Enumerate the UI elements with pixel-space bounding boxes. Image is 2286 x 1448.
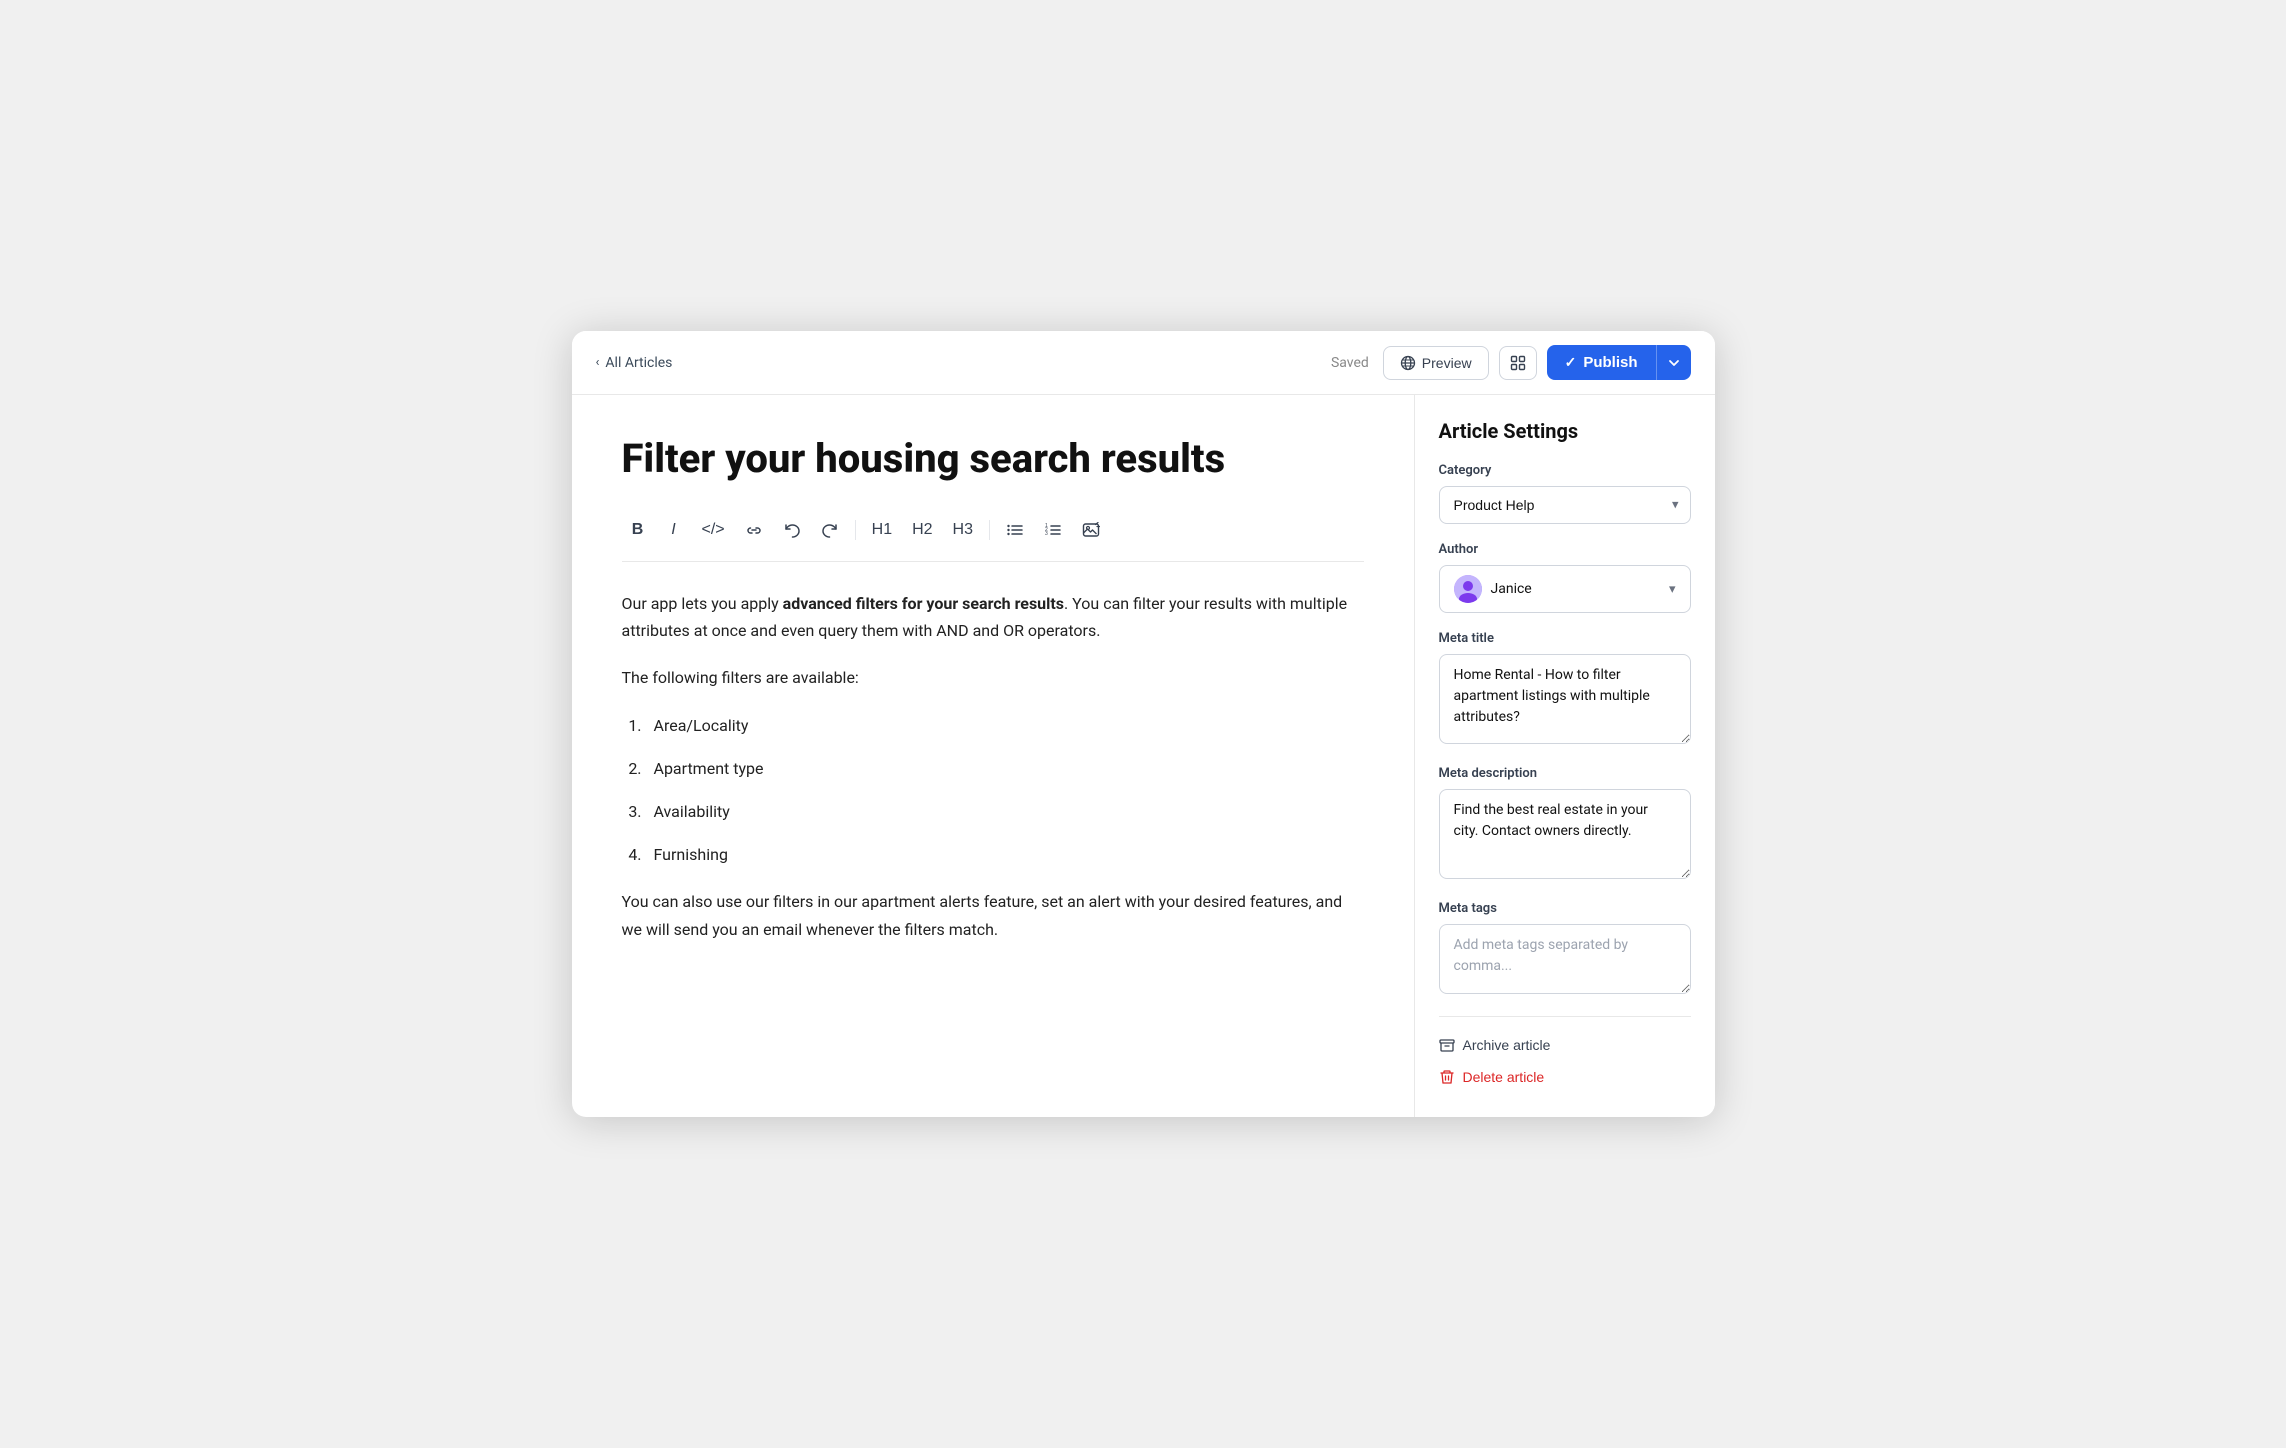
check-icon: ✓: [1565, 354, 1577, 371]
archive-icon: [1439, 1037, 1455, 1053]
category-select[interactable]: Product Help Getting Started FAQ Trouble…: [1439, 486, 1691, 524]
preview-button[interactable]: Preview: [1383, 346, 1489, 380]
expand-icon: [1510, 355, 1526, 371]
list-item: Furnishing: [646, 841, 1364, 868]
h1-button[interactable]: H1: [864, 515, 900, 545]
author-label: Author: [1439, 542, 1691, 557]
author-name: Janice: [1491, 581, 1532, 597]
meta-tags-label: Meta tags: [1439, 901, 1691, 916]
image-button[interactable]: [1074, 516, 1108, 544]
undo-icon: [783, 522, 801, 538]
back-link-label: All Articles: [605, 355, 672, 371]
meta-description-label: Meta description: [1439, 766, 1691, 781]
undo-button[interactable]: [775, 516, 809, 544]
meta-title-label: Meta title: [1439, 631, 1691, 646]
h3-button[interactable]: H3: [945, 515, 981, 545]
chevron-down-icon: [1668, 357, 1680, 369]
author-chevron-icon: ▾: [1669, 582, 1676, 597]
meta-title-section: Meta title: [1439, 631, 1691, 748]
toolbar-separator-2: [989, 520, 990, 540]
avatar: [1454, 575, 1482, 603]
back-link[interactable]: ‹ All Articles: [596, 355, 673, 371]
bold-button[interactable]: B: [622, 515, 654, 545]
main-content: Filter your housing search results B I <…: [572, 395, 1715, 1117]
list-item: Area/Locality: [646, 712, 1364, 739]
h2-button[interactable]: H2: [904, 515, 940, 545]
publish-button[interactable]: ✓ Publish: [1547, 345, 1656, 380]
top-bar: ‹ All Articles Saved Preview: [572, 331, 1715, 395]
sidebar-title: Article Settings: [1439, 419, 1691, 443]
editor-toolbar: B I </>: [622, 515, 1364, 562]
article-paragraph-2: The following filters are available:: [622, 664, 1364, 691]
meta-title-input[interactable]: [1439, 654, 1691, 744]
article-list: Area/Locality Apartment type Availabilit…: [622, 712, 1364, 869]
author-avatar-image: [1454, 575, 1482, 603]
ordered-list-button[interactable]: 1 2 3: [1036, 516, 1070, 544]
image-icon: [1082, 522, 1100, 538]
paragraph-1-start: Our app lets you apply: [622, 594, 783, 613]
author-left: Janice: [1454, 575, 1532, 603]
article-body: Our app lets you apply advanced filters …: [622, 590, 1364, 943]
code-button[interactable]: </>: [694, 515, 733, 545]
archive-button-label: Archive article: [1463, 1037, 1551, 1053]
redo-icon: [821, 522, 839, 538]
sidebar: Article Settings Category Product Help G…: [1415, 395, 1715, 1117]
editor-area: Filter your housing search results B I <…: [572, 395, 1415, 1117]
bullet-list-icon: [1006, 522, 1024, 538]
delete-button-label: Delete article: [1463, 1069, 1545, 1085]
meta-tags-section: Meta tags: [1439, 901, 1691, 998]
category-section: Category Product Help Getting Started FA…: [1439, 463, 1691, 524]
saved-label: Saved: [1331, 355, 1369, 371]
delete-button[interactable]: Delete article: [1439, 1061, 1691, 1093]
toolbar-separator: [855, 520, 856, 540]
author-section: Author Janice ▾: [1439, 542, 1691, 613]
paragraph-1-bold: advanced filters for your search results: [783, 594, 1064, 613]
article-paragraph-3: You can also use our filters in our apar…: [622, 888, 1364, 942]
meta-description-section: Meta description: [1439, 766, 1691, 883]
svg-text:3: 3: [1045, 531, 1048, 537]
category-label: Category: [1439, 463, 1691, 478]
globe-icon: [1400, 355, 1416, 371]
article-title[interactable]: Filter your housing search results: [622, 435, 1364, 483]
author-select[interactable]: Janice ▾: [1439, 565, 1691, 613]
publish-dropdown-button[interactable]: [1656, 345, 1691, 380]
link-icon: [745, 523, 763, 537]
bullet-list-button[interactable]: [998, 516, 1032, 544]
italic-button[interactable]: I: [658, 515, 690, 545]
archive-button[interactable]: Archive article: [1439, 1029, 1691, 1061]
preview-button-label: Preview: [1422, 355, 1472, 371]
publish-button-label: Publish: [1583, 354, 1637, 371]
publish-group: ✓ Publish: [1547, 345, 1691, 380]
redo-button[interactable]: [813, 516, 847, 544]
action-divider: [1439, 1016, 1691, 1017]
meta-tags-input[interactable]: [1439, 924, 1691, 994]
category-select-wrapper: Product Help Getting Started FAQ Trouble…: [1439, 486, 1691, 524]
top-bar-right: Saved Preview: [1331, 345, 1691, 380]
meta-description-input[interactable]: [1439, 789, 1691, 879]
trash-icon: [1439, 1069, 1455, 1085]
expand-button[interactable]: [1499, 346, 1537, 380]
chevron-left-icon: ‹: [596, 355, 600, 370]
list-item: Apartment type: [646, 755, 1364, 782]
ordered-list-icon: 1 2 3: [1044, 522, 1062, 538]
list-item: Availability: [646, 798, 1364, 825]
article-paragraph-1: Our app lets you apply advanced filters …: [622, 590, 1364, 644]
link-button[interactable]: [737, 517, 771, 543]
